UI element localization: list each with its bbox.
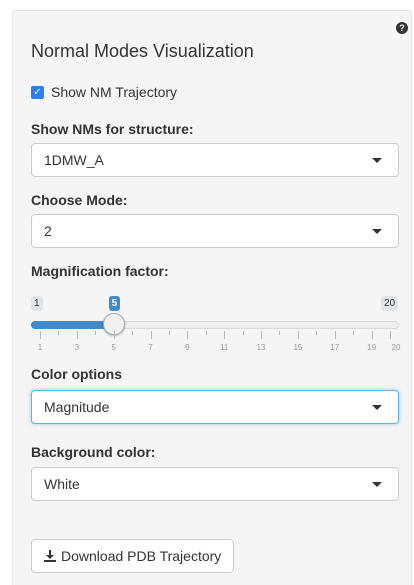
structure-select[interactable]: 1DMW_A — [31, 143, 399, 177]
slider-tick-label: 3 — [74, 343, 80, 352]
slider-tick — [132, 331, 134, 335]
slider-tick — [58, 331, 60, 335]
slider-tick — [224, 331, 226, 339]
slider-tick-label: 19 — [367, 343, 377, 352]
panel-title: Normal Modes Visualization — [31, 41, 254, 61]
slider-tick — [261, 331, 263, 339]
slider-fill — [31, 321, 114, 329]
download-button-label: Download PDB Trajectory — [61, 548, 222, 564]
mode-label: Choose Mode: — [31, 192, 128, 208]
color-options-label: Color options — [31, 366, 122, 382]
trajectory-checkbox-row[interactable]: ✓ Show NM Trajectory — [31, 84, 177, 100]
mode-select[interactable]: 2 — [31, 214, 399, 248]
slider-tick — [113, 331, 115, 339]
slider-tick — [150, 331, 152, 339]
checkbox-checked-icon[interactable]: ✓ — [31, 85, 44, 99]
slider-value-label: 5 — [108, 296, 121, 311]
slider-min-label: 1 — [31, 296, 43, 311]
slider-tick — [279, 331, 281, 335]
slider-tick-label: 11 — [220, 343, 229, 352]
mode-select-value: 2 — [44, 223, 52, 239]
download-pdb-button[interactable]: Download PDB Trajectory — [31, 539, 235, 573]
help-icon[interactable]: ? — [396, 22, 408, 34]
background-color-label: Background color: — [31, 444, 156, 460]
structure-label: Show NMs for structure: — [31, 121, 194, 137]
slider-tick — [242, 331, 244, 335]
magnification-label: Magnification factor: — [31, 263, 169, 279]
sidebar-panel: ? Normal Modes Visualization ✓ Show NM T… — [12, 10, 412, 585]
trajectory-checkbox-label[interactable]: Show NM Trajectory — [51, 84, 177, 100]
magnification-slider[interactable]: 1 5 20 1 3 5 7 9 11 13 15 17 19 20 — [31, 296, 401, 361]
slider-tick — [187, 331, 189, 339]
slider-tick — [353, 331, 355, 335]
slider-tick — [40, 331, 41, 339]
slider-tick-label: 5 — [111, 343, 116, 352]
color-options-select[interactable]: Magnitude — [31, 390, 399, 424]
slider-tick — [205, 331, 207, 335]
slider-tick-label: 13 — [256, 343, 266, 352]
slider-tick — [297, 331, 299, 339]
background-color-select-value: White — [44, 476, 80, 492]
slider-tick — [371, 331, 373, 339]
chevron-down-icon — [372, 405, 382, 410]
slider-tick-label: 17 — [330, 343, 340, 352]
slider-tick — [334, 331, 336, 339]
slider-tick — [390, 331, 391, 339]
slider-tick — [76, 331, 78, 339]
slider-max-label: 20 — [381, 296, 399, 311]
chevron-down-icon — [372, 158, 382, 163]
background-color-select[interactable]: White — [31, 467, 399, 501]
color-options-select-value: Magnitude — [44, 399, 110, 415]
slider-tick — [168, 331, 170, 335]
slider-tick — [95, 331, 97, 335]
slider-tick-label: 15 — [293, 343, 303, 352]
chevron-down-icon — [372, 229, 382, 234]
slider-tick-label: 7 — [148, 343, 153, 352]
download-icon — [44, 550, 56, 562]
slider-tick — [316, 331, 318, 335]
slider-tick-label: 1 — [37, 343, 43, 352]
chevron-down-icon — [372, 482, 382, 487]
structure-select-value: 1DMW_A — [44, 152, 104, 168]
slider-tick-label: 20 — [391, 343, 401, 352]
slider-tick-label: 9 — [185, 343, 190, 352]
